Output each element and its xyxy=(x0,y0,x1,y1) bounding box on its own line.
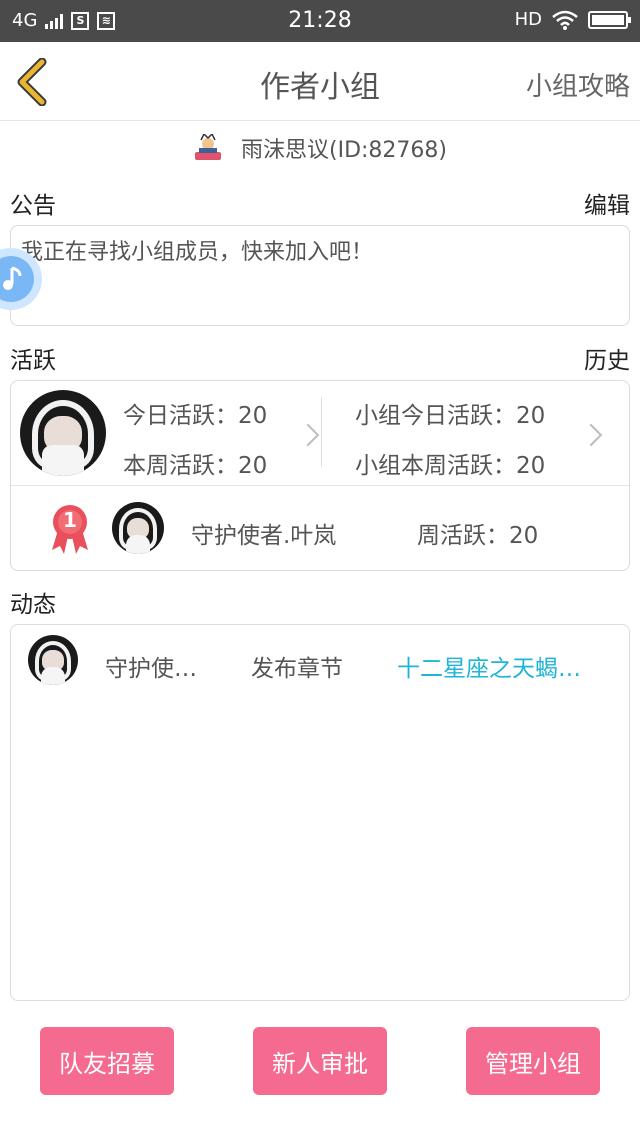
wifi-icon xyxy=(552,10,578,30)
feed-label: 动态 xyxy=(10,592,56,618)
feed-action: 发布章节 xyxy=(251,656,343,682)
feed-item[interactable]: 守护使… 发布章节 十二星座之天蝎… xyxy=(11,625,629,695)
status-right: HD xyxy=(514,9,631,30)
activity-row-divider xyxy=(11,485,629,486)
avatar-scarf xyxy=(41,667,65,685)
manage-group-button[interactable]: 管理小组 xyxy=(466,1027,600,1095)
feed-user-avatar[interactable] xyxy=(28,635,78,685)
hd-indicator: HD xyxy=(514,9,542,30)
user-avatar[interactable] xyxy=(20,390,106,476)
week-activity: 本周活跃：20 xyxy=(123,453,268,479)
today-activity: 今日活跃：20 xyxy=(123,403,268,429)
activity-box: 今日活跃：20 本周活跃：20 小组今日活跃：20 小组本周活跃：20 守护使者… xyxy=(10,380,630,571)
top-member-weekly: 周活跃：20 xyxy=(417,523,539,549)
feed-target-link[interactable]: 十二星座之天蝎… xyxy=(397,649,581,683)
feed-user-name: 守护使… xyxy=(105,656,197,682)
group-owner-text: 雨沫思议(ID:82768) xyxy=(241,138,447,163)
group-guide-link[interactable]: 小组攻略 xyxy=(526,66,630,103)
feed-box: 守护使… 发布章节 十二星座之天蝎… xyxy=(10,624,630,1001)
music-note-icon xyxy=(3,266,22,290)
notice-box: 我正在寻找小组成员，快来加入吧！ xyxy=(10,225,630,326)
rank-medal-icon: 1 xyxy=(48,504,92,554)
avatar-scarf xyxy=(125,535,151,554)
notice-edit-link[interactable]: 编辑 xyxy=(584,186,630,220)
top-member-name: 守护使者.叶岚 xyxy=(191,523,337,549)
battery-icon xyxy=(588,10,631,29)
new-member-approval-button[interactable]: 新人审批 xyxy=(253,1027,387,1095)
crown-desk-icon xyxy=(195,134,221,160)
rank-number: 1 xyxy=(63,508,77,532)
personal-activity-chevron-icon[interactable] xyxy=(296,423,320,447)
group-owner-row: 雨沫思议(ID:82768) xyxy=(0,130,640,166)
top-member-avatar[interactable] xyxy=(112,502,164,554)
group-activity-chevron-icon[interactable] xyxy=(579,423,603,447)
notice-text: 我正在寻找小组成员，快来加入吧！ xyxy=(21,240,374,265)
avatar-scarf xyxy=(42,445,84,476)
nav-bar: 作者小组 小组攻略 xyxy=(0,42,640,121)
group-today-activity: 小组今日活跃：20 xyxy=(355,403,546,429)
activity-label: 活跃 xyxy=(10,348,56,374)
group-week-activity: 小组本周活跃：20 xyxy=(355,453,546,479)
recruit-teammates-button[interactable]: 队友招募 xyxy=(40,1027,174,1095)
status-bar: 4G S ≋ 21:28 HD xyxy=(0,0,640,42)
notice-label: 公告 xyxy=(10,193,56,219)
activity-divider xyxy=(321,397,322,467)
history-link[interactable]: 历史 xyxy=(584,341,630,375)
